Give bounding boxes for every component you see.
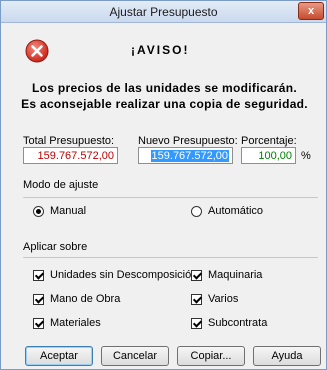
error-icon	[25, 39, 49, 63]
radio-manual-label: Manual	[50, 205, 87, 217]
radio-manual-dot[interactable]	[33, 205, 44, 217]
check-varios[interactable]: Varios	[191, 293, 238, 305]
nuevo-presupuesto-field[interactable]: 159.767.572,00	[138, 147, 233, 164]
nuevo-presupuesto-value: 159.767.572,00	[150, 150, 229, 162]
alert-heading: ¡AVISO!	[131, 43, 190, 57]
check-unidades[interactable]: Unidades sin Descomposición	[33, 269, 197, 281]
title-bar[interactable]: Ajustar Presupuesto x	[1, 1, 326, 23]
check-materiales-label: Materiales	[50, 317, 101, 329]
copiar-button[interactable]: Copiar...	[177, 346, 245, 366]
check-subcontrata-box[interactable]	[191, 317, 202, 329]
cancelar-button[interactable]: Cancelar	[101, 346, 169, 366]
check-maquinaria-box[interactable]	[191, 269, 202, 281]
aplicar-sobre-title: Aplicar sobre	[23, 241, 88, 253]
ayuda-button[interactable]: Ayuda	[253, 346, 321, 366]
aceptar-button[interactable]: Aceptar	[25, 346, 93, 366]
check-unidades-label: Unidades sin Descomposición	[50, 269, 198, 281]
check-materiales-box[interactable]	[33, 317, 44, 329]
alert-line-2: Es aconsejable realizar una copia de seg…	[21, 97, 308, 111]
check-maquinaria-label: Maquinaria	[208, 269, 263, 281]
check-mano-de-obra-box[interactable]	[33, 293, 44, 305]
porcentaje-field[interactable]: 100,00	[241, 147, 296, 164]
radio-manual[interactable]: Manual	[33, 205, 86, 217]
nuevo-presupuesto-label: Nuevo Presupuesto:	[138, 135, 238, 147]
percent-sign: %	[301, 150, 311, 162]
radio-automatico[interactable]: Automático	[191, 205, 263, 217]
porcentaje-label: Porcentaje:	[241, 135, 297, 147]
window-title: Ajustar Presupuesto	[109, 5, 218, 19]
check-varios-box[interactable]	[191, 293, 202, 305]
check-subcontrata-label: Subcontrata	[208, 317, 268, 329]
check-materiales[interactable]: Materiales	[33, 317, 101, 329]
total-presupuesto-field[interactable]: 159.767.572,00	[23, 147, 118, 164]
check-mano-de-obra-label: Mano de Obra	[50, 293, 121, 305]
check-varios-label: Varios	[208, 293, 239, 305]
aplicar-sobre-separator	[23, 257, 318, 258]
check-unidades-box[interactable]	[33, 269, 44, 281]
check-maquinaria[interactable]: Maquinaria	[191, 269, 262, 281]
check-mano-de-obra[interactable]: Mano de Obra	[33, 293, 120, 305]
total-presupuesto-label: Total Presupuesto:	[23, 135, 115, 147]
radio-automatico-label: Automático	[208, 205, 264, 217]
modo-ajuste-spacer	[23, 171, 318, 201]
radio-automatico-dot[interactable]	[191, 205, 202, 217]
alert-line-1: Los precios de las unidades se modificar…	[32, 81, 297, 95]
close-button[interactable]: x	[298, 2, 324, 20]
check-subcontrata[interactable]: Subcontrata	[191, 317, 267, 329]
ajustar-presupuesto-dialog: Ajustar Presupuesto x ¡AVISO! Los precio…	[0, 0, 327, 370]
